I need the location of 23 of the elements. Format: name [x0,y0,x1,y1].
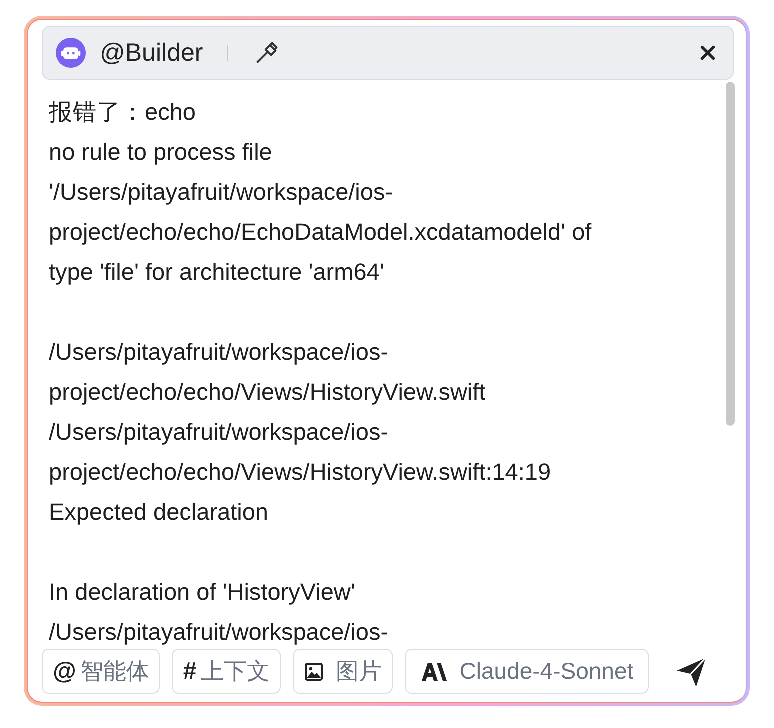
message-line: project/echo/echo/Views/HistoryView.swift [49,378,486,407]
message-line: type 'file' for architecture 'arm64' [49,258,384,287]
message-line: 报错了：echo [49,98,196,127]
send-icon[interactable] [674,656,707,688]
image-button[interactable]: 图片 [292,649,393,694]
message-line: /Users/pitayafruit/workspace/ios- [49,418,389,447]
agent-name: @Builder [100,38,204,68]
toolbar-button[interactable]: @ 智能体 [42,649,160,694]
hammer-icon[interactable] [254,40,280,66]
close-icon[interactable] [699,44,717,62]
message-line: project/echo/echo/Views/HistoryView.swift:14:19 [49,458,552,487]
message-line: /Users/pitayafruit/workspace/ios- [49,338,389,367]
logo-icon [422,662,448,680]
message-line: '/Users/pitayafruit/workspace/ios- [49,178,394,207]
message-line: project/echo/echo/EchoDataModel.xcdatamodeld' of [49,218,592,247]
message-line: /Users/pitayafruit/workspace/ios- [49,618,389,647]
robot-icon [56,38,86,68]
toolbar-button[interactable]: # 上下文 [172,649,281,694]
message-line: In declaration of 'HistoryView' [49,578,356,607]
message-line: Expected declaration [49,498,268,527]
model-selector[interactable]: Claude-4-Sonnet [404,649,649,694]
message-line: no rule to process file [49,138,272,167]
image-icon [304,662,324,682]
